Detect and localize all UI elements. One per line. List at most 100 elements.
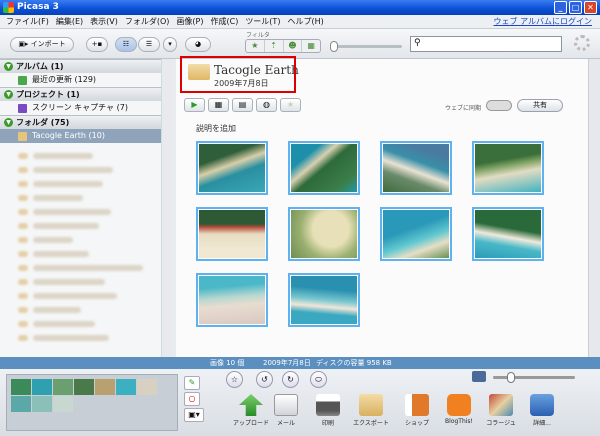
add-to-album-button[interactable]: +▪ [86,37,108,52]
tray-thumbnail[interactable] [137,379,157,395]
tray-thumbnail[interactable] [53,396,73,412]
list-item[interactable] [0,331,171,345]
list-item[interactable] [0,317,171,331]
menu-help[interactable]: ヘルプ(H) [287,15,323,28]
list-item[interactable] [0,191,171,205]
list-view-button[interactable]: ☰ [138,37,160,52]
email-button[interactable]: メール [263,394,309,427]
filter-slider[interactable] [330,41,402,52]
photo-thumbnail[interactable] [196,207,268,261]
menu-file[interactable]: ファイル(F) [6,15,49,28]
albums-header-label: アルバム (1) [16,62,64,71]
add-caption[interactable]: 説明を追加 [196,123,236,134]
filter-label: フィルタ [246,32,270,39]
print-button[interactable]: 印刷 [305,394,351,427]
list-item[interactable] [0,303,171,317]
tray-thumbnail[interactable] [116,379,136,395]
photo-thumbnail[interactable] [472,207,544,261]
star-button[interactable]: ★ [280,98,301,112]
photo-thumbnail[interactable] [472,141,544,195]
hold-button[interactable]: ✎ [184,376,200,390]
collage-action-button[interactable]: コラージュ [478,394,524,427]
geotag-button[interactable]: ◍ [256,98,277,112]
photo-tray[interactable] [6,374,178,431]
movie-button[interactable]: ▤ [232,98,253,112]
photo-thumbnail[interactable] [288,273,360,327]
list-item[interactable] [0,261,171,275]
blogthis-button[interactable]: BlogThis! [436,394,482,425]
list-item[interactable] [0,205,171,219]
list-item[interactable] [0,177,171,191]
disk-size: ディスクの容量 958 KB [316,359,392,367]
collapse-icon[interactable]: ▼ [4,90,13,99]
collapse-icon[interactable]: ▼ [4,62,13,71]
sidebar-item-recent[interactable]: 最近の更新 (129) [0,73,161,87]
photo-thumbnail[interactable] [196,141,268,195]
list-item[interactable] [0,275,171,289]
star-photo-button[interactable]: ☆ [226,371,243,388]
menu-picture[interactable]: 画像(P) [176,15,203,28]
list-item[interactable] [0,289,171,303]
tray-thumbnail[interactable] [32,396,52,412]
album-scrollbar[interactable] [588,59,600,357]
tray-thumbnail[interactable] [53,379,73,395]
title-bar[interactable]: Picasa 3 _ □ ✕ [0,0,600,15]
minimize-button[interactable]: _ [554,1,567,14]
sidebar-item-screen-capture[interactable]: スクリーン キャプチャ (7) [0,101,161,115]
albums-section-header[interactable]: ▼ アルバム (1) [0,59,171,73]
sidebar-scrollbar[interactable] [161,59,172,357]
folders-section-header[interactable]: ▼ フォルダ (75) [0,115,171,129]
tray-thumbnail[interactable] [74,379,94,395]
import-button[interactable]: ▣▸ インポート [10,37,74,52]
rotate-right-button[interactable]: ↻ [282,371,299,388]
tray-thumbnail[interactable] [11,379,31,395]
slider-handle[interactable] [507,372,515,383]
tray-thumbnail[interactable] [95,379,115,395]
list-item[interactable] [0,219,171,233]
menu-edit[interactable]: 編集(E) [56,15,83,28]
menu-create[interactable]: 作成(C) [210,15,238,28]
menu-tools[interactable]: ツール(T) [245,15,280,28]
person-filter-icon[interactable]: ☻ [284,40,303,52]
tray-thumbnail[interactable] [32,379,52,395]
slideshow-button[interactable]: ▶ [184,98,205,112]
maximize-button[interactable]: □ [569,1,582,14]
list-item[interactable] [0,247,171,261]
star-filter-icon[interactable]: ★ [246,40,265,52]
slider-handle[interactable] [330,41,338,52]
photo-thumbnail[interactable] [288,207,360,261]
list-item[interactable] [0,163,171,177]
more-button[interactable]: 詳細... [519,394,565,427]
menu-folder[interactable]: フォルダ(O) [125,15,170,28]
filter-buttons: ★ ⇡ ☻ ▦ [245,39,321,53]
menu-view[interactable]: 表示(V) [90,15,118,28]
web-album-login-link[interactable]: ウェブ アルバムにログイン [494,15,592,29]
people-button[interactable]: ◕ [185,37,211,52]
photo-thumbnail[interactable] [380,141,452,195]
shop-button[interactable]: ショップ [394,394,440,427]
list-item[interactable] [0,149,171,163]
view-dropdown-button[interactable]: ▾ [163,37,177,52]
tray-menu-button[interactable]: ▣▾ [184,408,204,422]
share-button[interactable]: 共有 [517,99,563,112]
list-item[interactable] [0,233,171,247]
search-input[interactable]: ⚲ [410,36,562,52]
photo-thumbnail[interactable] [380,207,452,261]
collage-button[interactable]: ▦ [208,98,229,112]
collapse-icon[interactable]: ▼ [4,118,13,127]
photo-thumbnail[interactable] [196,273,268,327]
photo-thumbnail[interactable] [288,141,360,195]
close-button[interactable]: ✕ [584,1,597,14]
rotate-left-button[interactable]: ↺ [256,371,273,388]
projects-section-header[interactable]: ▼ プロジェクト (1) [0,87,171,101]
sidebar-item-tacogle-earth[interactable]: Tacogle Earth (10) [0,129,161,143]
thumbnail-view-button[interactable]: ☷ [115,37,137,52]
clear-button[interactable]: ○ [184,392,200,406]
thumbnail-size-slider[interactable] [493,372,575,383]
tray-thumbnail[interactable] [11,396,31,412]
tag-button[interactable]: ⬭ [310,371,327,388]
sync-toggle[interactable] [486,100,512,111]
upload-filter-icon[interactable]: ⇡ [265,40,284,52]
video-filter-icon[interactable]: ▦ [302,40,320,52]
export-button[interactable]: エクスポート [348,394,394,427]
